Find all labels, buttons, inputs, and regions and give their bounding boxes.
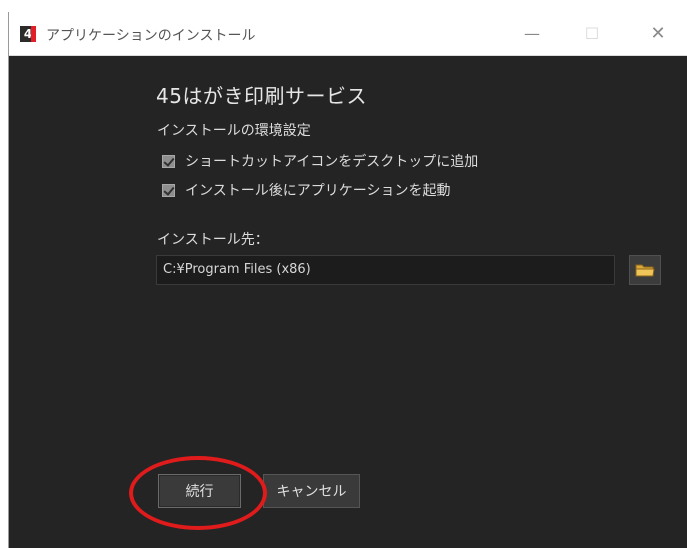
continue-button[interactable]: 続行 [158, 474, 241, 508]
option-launch-after-install[interactable]: インストール後にアプリケーションを起動 [162, 180, 450, 200]
app-name-heading: 45はがき印刷サービス [156, 84, 367, 108]
background-strip [0, 0, 687, 12]
checkbox-desktop-shortcut[interactable] [162, 154, 175, 168]
folder-icon [635, 264, 655, 277]
option-desktop-shortcut-label: ショートカットアイコンをデスクトップに追加 [185, 154, 479, 170]
installer-window: 4 アプリケーションのインストール — ☐ ✕ 45はがき印刷サービス インスト… [8, 12, 687, 548]
close-button[interactable]: ✕ [635, 12, 681, 55]
option-launch-after-install-label: インストール後にアプリケーションを起動 [185, 183, 451, 199]
maximize-button[interactable]: ☐ [569, 12, 615, 55]
installer-content: 45はがき印刷サービス インストールの環境設定 ショートカットアイコンをデスクト… [9, 56, 687, 548]
browse-folder-button[interactable] [629, 255, 661, 285]
cancel-button[interactable]: キャンセル [263, 474, 360, 508]
destination-label: インストール先： [157, 232, 269, 248]
title-bar: 4 アプリケーションのインストール — ☐ ✕ [9, 12, 687, 56]
minimize-button[interactable]: — [509, 12, 555, 55]
app-logo-icon: 4 [20, 26, 36, 42]
settings-label: インストールの環境設定 [157, 123, 311, 139]
checkbox-launch-after-install[interactable] [162, 183, 175, 197]
destination-path-input[interactable]: C:¥Program Files (x86) [156, 255, 615, 285]
option-desktop-shortcut[interactable]: ショートカットアイコンをデスクトップに追加 [162, 151, 478, 171]
window-title: アプリケーションのインストール [46, 28, 256, 44]
